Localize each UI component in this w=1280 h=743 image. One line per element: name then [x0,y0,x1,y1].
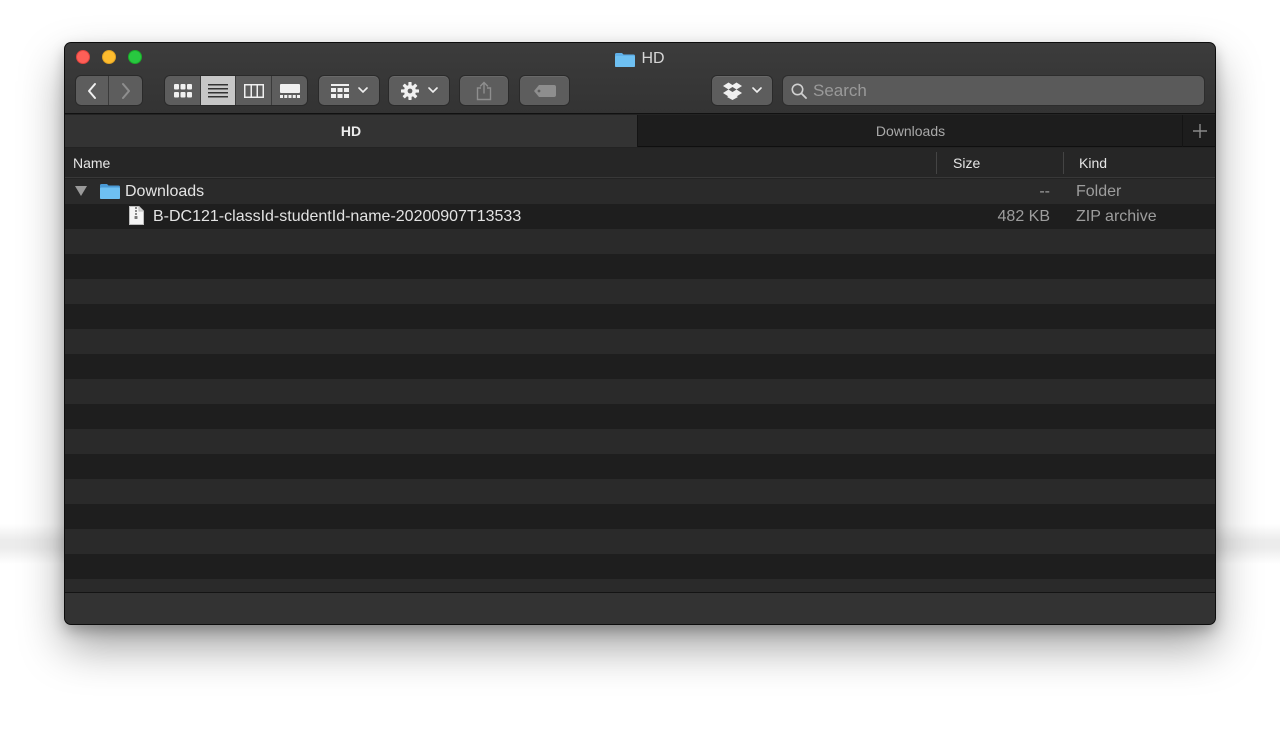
file-kind: ZIP archive [1076,208,1157,225]
file-size: -- [1039,183,1050,200]
group-grid-icon [330,83,349,98]
chevron-down-icon [751,87,762,94]
column-view-button[interactable] [236,76,272,105]
finder-window: HD Search HD Downloads Name Size Kind Do… [65,43,1215,624]
window-title-text: HD [641,50,665,67]
group-by-button[interactable] [319,76,379,105]
empty-row [65,354,1215,379]
tab-hd[interactable]: HD [65,115,638,147]
view-mode-control [165,76,307,105]
column-view-icon [243,83,264,98]
chevron-right-icon [121,82,130,99]
empty-row [65,279,1215,304]
list-view-button[interactable] [201,76,236,105]
empty-row [65,554,1215,579]
empty-row [65,379,1215,404]
list-item[interactable]: B-DC121-classId-studentId-name-20200907T… [65,204,1215,229]
column-divider[interactable] [936,152,937,174]
tab-bar: HD Downloads [65,115,1215,147]
back-button[interactable] [76,76,109,105]
file-size: 482 KB [997,208,1050,225]
column-kind-header[interactable]: Kind [1079,148,1107,178]
icon-view-button[interactable] [165,76,201,105]
gallery-view-icon [279,83,300,98]
share-button[interactable] [460,76,508,105]
plus-icon [1192,124,1207,138]
empty-row [65,429,1215,454]
empty-row [65,504,1215,529]
search-icon [791,83,807,99]
file-name: B-DC121-classId-studentId-name-20200907T… [153,208,522,225]
empty-row [65,329,1215,354]
status-bar [65,592,1215,624]
tag-button[interactable] [520,76,569,105]
empty-row [65,229,1215,254]
search-input[interactable] [813,80,1193,101]
column-name-header[interactable]: Name [73,148,110,178]
new-tab-button[interactable] [1184,115,1215,147]
list-view-icon [208,83,228,97]
nav-buttons [76,76,142,105]
action-menu-button[interactable] [389,76,449,105]
file-list: Downloads -- Folder B-DC121-classId-stud… [65,179,1215,592]
document-icon [129,206,144,230]
titlebar: HD [65,43,1215,114]
share-icon [476,81,492,100]
empty-row [65,529,1215,554]
gear-icon [400,81,419,100]
dropbox-button[interactable] [712,76,772,105]
window-title: HD [65,48,1215,70]
file-name: Downloads [125,183,205,200]
column-header: Name Size Kind [65,148,1215,178]
chevron-left-icon [88,82,96,99]
chevron-down-icon [427,87,438,94]
empty-row [65,579,1215,592]
gallery-view-button[interactable] [272,76,307,105]
empty-row [65,479,1215,504]
dropbox-icon [722,82,742,100]
forward-button[interactable] [109,76,142,105]
disclosure-triangle-icon[interactable] [75,186,87,196]
chevron-down-icon [357,87,368,94]
empty-row [65,454,1215,479]
column-size-header[interactable]: Size [953,148,980,178]
empty-row [65,404,1215,429]
list-item[interactable]: Downloads -- Folder [65,179,1215,204]
empty-row [65,304,1215,329]
column-divider[interactable] [1063,152,1064,174]
tab-downloads[interactable]: Downloads [639,115,1183,147]
tag-icon [533,84,556,97]
file-kind: Folder [1076,183,1122,200]
folder-icon [100,183,120,204]
search-field[interactable] [783,76,1204,105]
icon-view-icon [173,83,192,97]
folder-icon [615,52,636,67]
empty-row [65,254,1215,279]
